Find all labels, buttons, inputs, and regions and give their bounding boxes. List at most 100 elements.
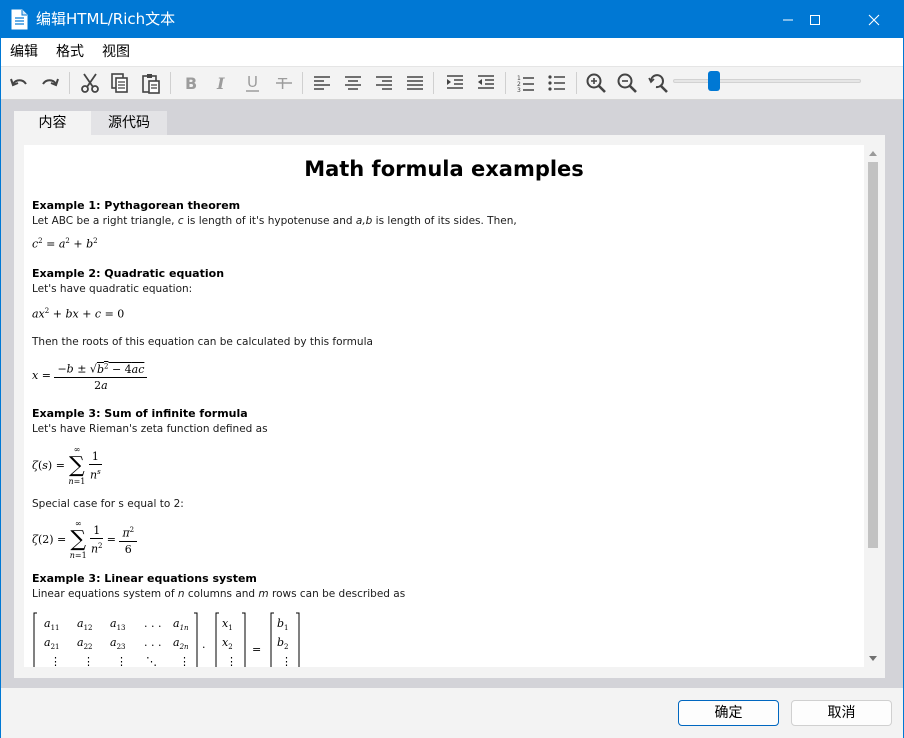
svg-text:a1n: a1n	[173, 617, 189, 632]
toolbar-separator	[433, 72, 434, 94]
toolbar: B I U T 123	[1, 66, 903, 100]
copy-button[interactable]	[107, 70, 133, 96]
scroll-down-arrow-icon[interactable]	[869, 656, 877, 661]
example2-text2: Then the roots of this equation can be c…	[32, 336, 373, 348]
copy-icon	[111, 73, 128, 93]
quadratic-roots-formula: x = −b ± √b2 − 4ac 2a	[32, 359, 148, 393]
window-title: 编辑HTML/Rich文本	[36, 10, 176, 28]
numbered-list-icon: 123	[517, 75, 534, 94]
example3-text1: Let's have Rieman's zeta function define…	[32, 423, 268, 435]
document-icon	[11, 9, 28, 30]
menu-format[interactable]: 格式	[56, 43, 84, 61]
bold-button[interactable]: B	[178, 70, 204, 96]
svg-text:b2: b2	[277, 636, 289, 651]
svg-text:⋱: ⋱	[146, 655, 157, 667]
rich-text-editor[interactable]: Math formula examples Example 1: Pythago…	[24, 145, 864, 667]
cancel-button[interactable]: 取消	[791, 700, 892, 726]
maximize-button[interactable]	[792, 1, 838, 38]
italic-icon: I	[216, 74, 225, 93]
italic-button[interactable]: I	[209, 70, 235, 96]
menu-view[interactable]: 视图	[102, 43, 130, 61]
bullet-list-icon	[548, 75, 565, 91]
redo-button[interactable]	[37, 70, 63, 96]
strikethrough-icon: T	[276, 75, 292, 93]
align-left-button[interactable]	[309, 70, 335, 96]
close-icon	[868, 14, 880, 25]
align-right-button[interactable]	[371, 70, 397, 96]
scroll-up-arrow-icon[interactable]	[869, 151, 877, 156]
maximize-icon	[810, 14, 820, 25]
menu-edit[interactable]: 编辑	[10, 43, 38, 61]
toolbar-separator	[576, 72, 577, 94]
zoom-in-icon	[586, 73, 606, 93]
align-center-icon	[345, 76, 361, 90]
tab-source-code[interactable]: 源代码	[91, 111, 167, 135]
svg-text:B: B	[185, 74, 197, 93]
undo-icon	[10, 78, 27, 87]
zoom-slider-track[interactable]	[673, 79, 861, 83]
cut-button[interactable]	[77, 70, 103, 96]
menu-bar: 编辑 格式 视图	[1, 38, 903, 66]
example2-text1: Let's have quadratic equation:	[32, 283, 193, 295]
svg-text:. . .: . . .	[144, 636, 161, 649]
toolbar-separator	[170, 72, 171, 94]
redo-icon	[42, 78, 59, 87]
svg-text:. . .: . . .	[144, 617, 161, 630]
align-center-button[interactable]	[340, 70, 366, 96]
svg-text:⋮: ⋮	[50, 655, 61, 667]
vertical-scrollbar[interactable]	[864, 145, 881, 667]
svg-text:b1: b1	[277, 617, 289, 632]
numbered-list-button[interactable]: 123	[513, 70, 539, 96]
svg-text:=: =	[252, 643, 261, 656]
scrollbar-thumb[interactable]	[868, 162, 878, 548]
svg-text:x1: x1	[222, 617, 233, 632]
underline-icon: U	[246, 73, 259, 92]
document-title: Math formula examples	[304, 157, 584, 181]
svg-text:x2: x2	[222, 636, 233, 651]
svg-text:·: ·	[202, 641, 206, 654]
tab-content[interactable]: 内容	[14, 111, 91, 136]
svg-text:⋮: ⋮	[281, 655, 292, 667]
outdent-icon	[478, 75, 494, 89]
paste-button[interactable]	[138, 70, 164, 96]
zoom-in-button[interactable]	[583, 70, 609, 96]
cut-icon	[81, 73, 99, 93]
example4-text: Linear equations system of n columns and…	[32, 588, 406, 600]
svg-text:⋮: ⋮	[116, 655, 127, 667]
zeta-two-formula: ζ(2) = ∞ ∑ n=1 1 n2 = π2 6	[32, 519, 138, 561]
svg-text:3: 3	[517, 87, 521, 94]
ok-button[interactable]: 确定	[678, 700, 779, 726]
svg-text:a23: a23	[110, 636, 125, 651]
underline-button[interactable]: U	[240, 70, 266, 96]
title-bar[interactable]: 编辑HTML/Rich文本	[1, 1, 903, 38]
zoom-slider-thumb[interactable]	[708, 71, 720, 91]
toolbar-separator	[302, 72, 303, 94]
paste-icon	[142, 74, 160, 94]
bold-icon: B	[185, 74, 197, 93]
svg-text:a11: a11	[44, 617, 59, 632]
svg-text:a22: a22	[77, 636, 92, 651]
svg-text:U: U	[247, 73, 258, 91]
example4-heading: Example 3: Linear equations system	[32, 572, 257, 585]
indent-button[interactable]	[442, 70, 468, 96]
svg-text:a2n: a2n	[173, 636, 189, 651]
zoom-reset-button[interactable]	[645, 70, 671, 96]
svg-text:⋮: ⋮	[179, 655, 190, 667]
dialog-footer: 确定 取消	[1, 688, 903, 738]
svg-text:I: I	[216, 74, 225, 93]
zoom-out-button[interactable]	[614, 70, 640, 96]
bullet-list-button[interactable]	[544, 70, 570, 96]
zoom-reset-icon	[648, 74, 668, 93]
outdent-button[interactable]	[473, 70, 499, 96]
svg-text:a12: a12	[77, 617, 92, 632]
undo-button[interactable]	[6, 70, 32, 96]
quadratic-equation-formula: ax2 + bx + c = 0	[32, 307, 125, 321]
strikethrough-button[interactable]: T	[271, 70, 297, 96]
align-right-icon	[376, 76, 392, 90]
example3-heading: Example 3: Sum of infinite formula	[32, 407, 248, 420]
svg-text:T: T	[277, 75, 288, 93]
close-button[interactable]	[851, 1, 897, 38]
align-justify-button[interactable]	[402, 70, 428, 96]
align-justify-icon	[407, 76, 423, 90]
example3-text2: Special case for s equal to 2:	[32, 498, 184, 510]
